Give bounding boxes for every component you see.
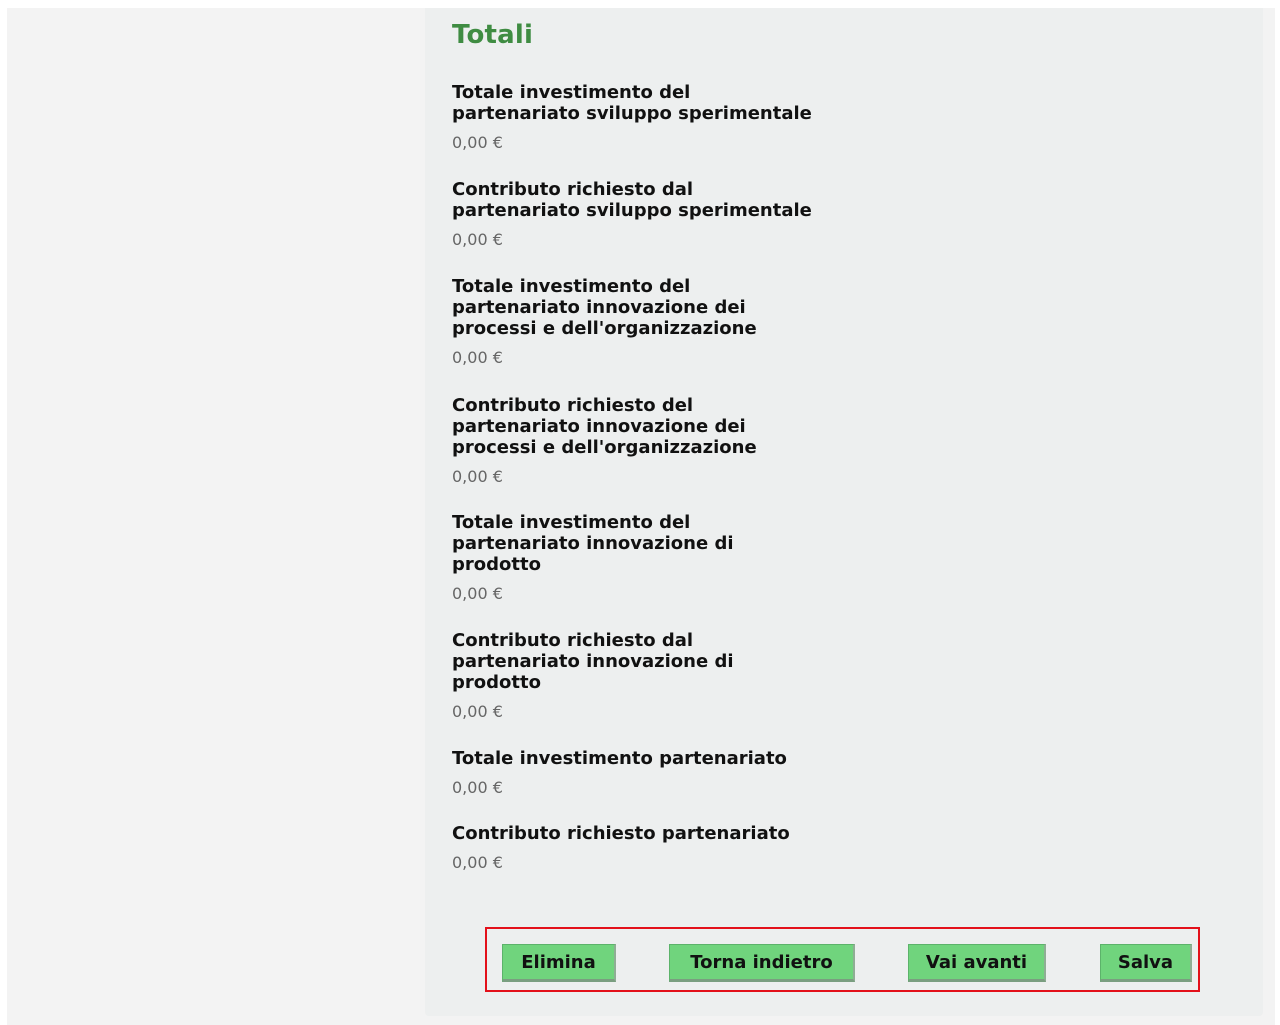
field-value: 0,00 € — [452, 348, 503, 367]
field-label: Totale investimento del partenariato inn… — [452, 512, 734, 575]
action-bar-highlight: Elimina Torna indietro Vai avanti Salva — [485, 927, 1200, 992]
forward-button[interactable]: Vai avanti — [908, 944, 1046, 982]
field-value: 0,00 € — [452, 133, 503, 152]
field-value: 0,00 € — [452, 778, 503, 797]
field-totale-investimento-partenariato: Totale investimento partenariato 0,00 € — [452, 748, 812, 798]
field-label: Totale investimento del partenariato svi… — [452, 82, 812, 124]
field-label: Contributo richiesto dal partenariato in… — [452, 630, 734, 693]
field-totale-investimento-sviluppo: Totale investimento del partenariato svi… — [452, 82, 812, 153]
field-label: Contributo richiesto del partenariato in… — [452, 395, 757, 458]
field-contributo-prodotto: Contributo richiesto dal partenariato in… — [452, 630, 812, 722]
field-label: Totale investimento del partenariato inn… — [452, 276, 757, 339]
section-title: Totali — [452, 20, 534, 50]
field-label: Contributo richiesto partenariato — [452, 823, 790, 844]
field-contributo-sviluppo: Contributo richiesto dal partenariato sv… — [452, 179, 812, 250]
field-totale-investimento-prodotto: Totale investimento del partenariato inn… — [452, 512, 812, 604]
back-button[interactable]: Torna indietro — [669, 944, 855, 982]
field-contributo-processi: Contributo richiesto del partenariato in… — [452, 395, 812, 487]
totals-panel: Totali Totale investimento del partenari… — [425, 8, 1263, 1016]
field-totale-investimento-processi: Totale investimento del partenariato inn… — [452, 276, 812, 368]
field-value: 0,00 € — [452, 467, 503, 486]
field-value: 0,00 € — [452, 702, 503, 721]
field-value: 0,00 € — [452, 230, 503, 249]
delete-button[interactable]: Elimina — [502, 944, 616, 982]
field-label: Contributo richiesto dal partenariato sv… — [452, 179, 812, 221]
field-contributo-partenariato: Contributo richiesto partenariato 0,00 € — [452, 823, 812, 873]
field-value: 0,00 € — [452, 584, 503, 603]
field-value: 0,00 € — [452, 853, 503, 872]
field-label: Totale investimento partenariato — [452, 748, 787, 769]
save-button[interactable]: Salva — [1100, 944, 1192, 982]
